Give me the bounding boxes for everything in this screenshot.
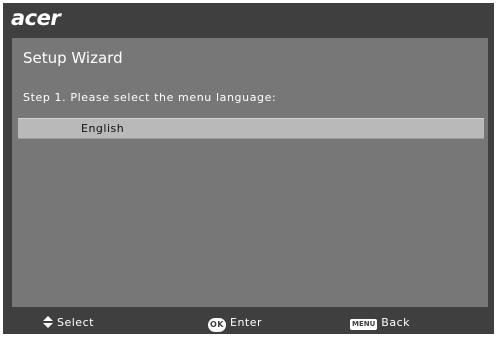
select-label: Select xyxy=(57,316,94,329)
language-option-english[interactable]: English xyxy=(18,118,484,139)
enter-label: Enter xyxy=(230,316,263,329)
acer-logo: acer xyxy=(11,6,61,30)
select-hint: Select xyxy=(43,316,94,329)
up-down-arrows-icon xyxy=(43,316,53,328)
language-option-label: English xyxy=(81,122,125,135)
ok-button-icon: OK xyxy=(208,318,226,332)
enter-hint: OK Enter xyxy=(208,316,262,332)
step-prompt: Step 1. Please select the menu language: xyxy=(23,91,277,104)
back-hint: MENU Back xyxy=(350,316,410,330)
brand-bar: acer xyxy=(3,3,494,38)
back-label: Back xyxy=(381,316,411,329)
projector-osd: acer Setup Wizard Step 1. Please select … xyxy=(3,3,494,334)
footer-hints: Select OK Enter MENU Back xyxy=(3,314,494,334)
menu-button-icon: MENU xyxy=(350,319,378,330)
page-title: Setup Wizard xyxy=(23,49,123,67)
setup-wizard-panel: Setup Wizard Step 1. Please select the m… xyxy=(12,38,488,307)
